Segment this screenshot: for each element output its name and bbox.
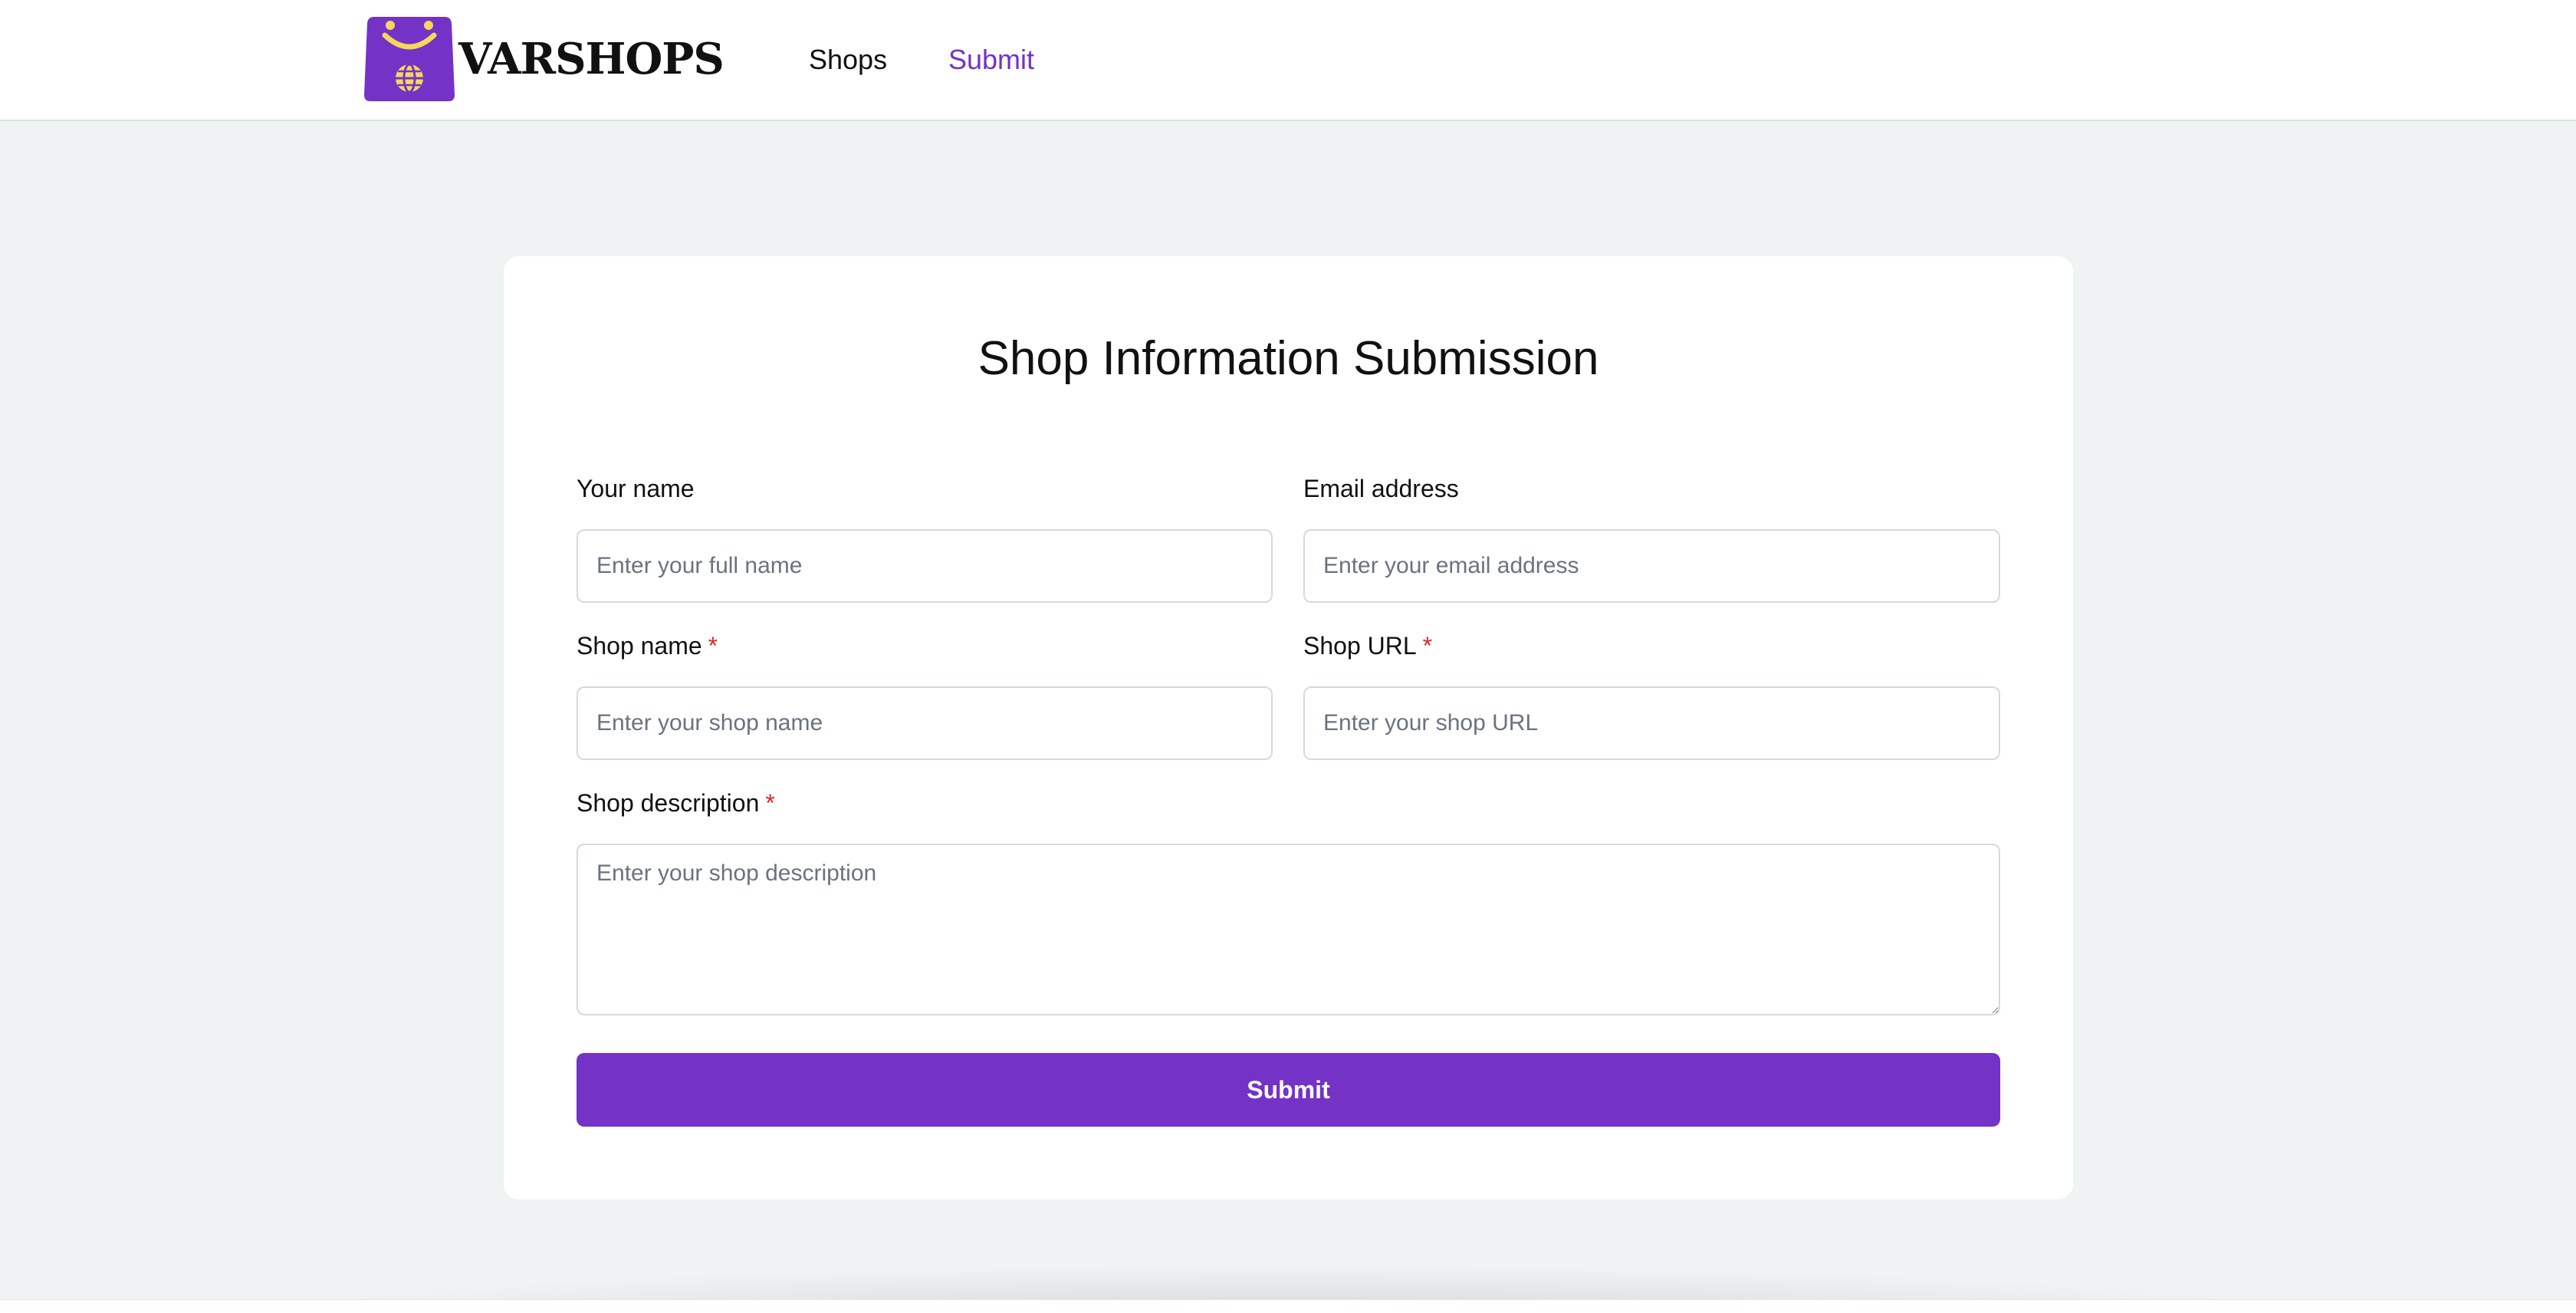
email-label-text: Email address	[1303, 475, 1459, 502]
required-marker: *	[765, 789, 775, 817]
required-marker: *	[708, 632, 718, 660]
submit-button[interactable]: Submit	[577, 1053, 2000, 1127]
shop-description-label: Shop description *	[577, 788, 775, 818]
shop-url-label-text: Shop URL	[1303, 632, 1417, 660]
shop-description-textarea[interactable]	[577, 844, 2000, 1015]
footer-edge	[0, 1299, 2576, 1313]
shop-url-label: Shop URL *	[1303, 630, 1432, 661]
your-name-label: Your name	[577, 473, 695, 504]
email-input[interactable]	[1303, 529, 2000, 603]
shop-name-label: Shop name *	[577, 630, 718, 661]
shopping-bag-smiley-globe-icon	[364, 17, 455, 101]
email-label: Email address	[1303, 473, 1459, 504]
nav-link-shops[interactable]: Shops	[809, 43, 887, 77]
brand-name: VARSHOPS	[458, 34, 724, 84]
site-header: VARSHOPS Shops Submit	[0, 0, 2576, 121]
shop-url-input[interactable]	[1303, 686, 2000, 760]
your-name-label-text: Your name	[577, 475, 695, 502]
shop-name-label-text: Shop name	[577, 632, 702, 660]
shop-description-label-text: Shop description	[577, 789, 760, 817]
your-name-input[interactable]	[577, 529, 1273, 603]
form-title: Shop Information Submission	[978, 332, 1599, 385]
required-marker: *	[1422, 632, 1433, 660]
shop-name-input[interactable]	[577, 686, 1273, 760]
nav-link-submit[interactable]: Submit	[948, 43, 1034, 77]
submission-form-card: Shop Information Submission Your name Em…	[504, 256, 2073, 1199]
brand-logo[interactable]: VARSHOPS	[363, 15, 724, 103]
